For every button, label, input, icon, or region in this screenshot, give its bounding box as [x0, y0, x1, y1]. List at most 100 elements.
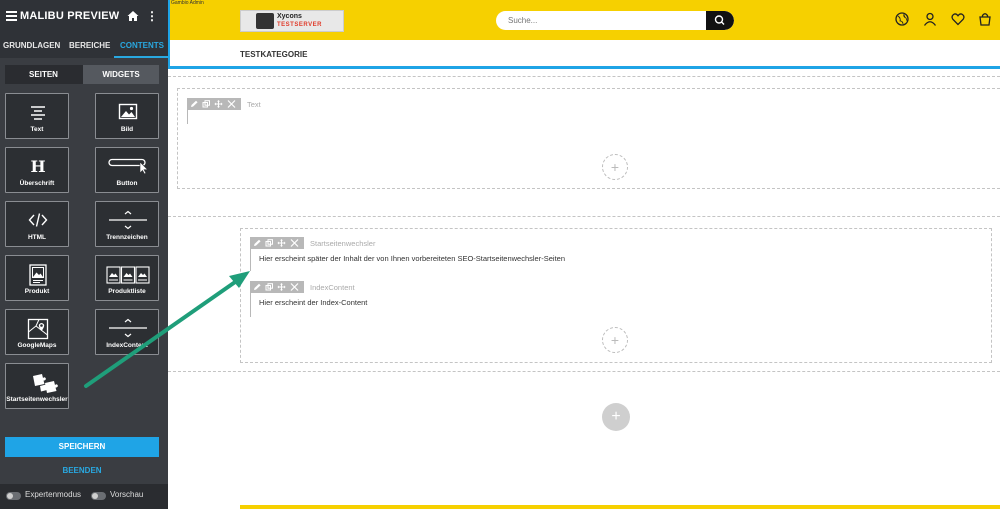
shop-logo[interactable]: Xycons TESTSERVER	[240, 10, 344, 32]
add-widget-button-section1[interactable]: +	[602, 154, 628, 180]
widget-tile-label: Bild	[120, 126, 134, 133]
move-icon[interactable]	[277, 239, 286, 247]
tab-bereiche[interactable]: BEREICHE	[69, 41, 110, 50]
widget-toolbar-startseitenwechsler	[250, 237, 304, 249]
nav-item-testkategorie[interactable]: TESTKATEGORIE	[240, 50, 307, 59]
image-icon	[118, 103, 138, 120]
shopping-bag-icon[interactable]	[978, 12, 992, 26]
search-bar	[496, 11, 734, 30]
svg-text:H: H	[30, 157, 45, 176]
admin-strip[interactable]: Gambio Admin	[168, 0, 238, 7]
widget-tile-label: Trennzeichen	[106, 234, 148, 241]
sidebar-tabs: GRUNDLAGEN BEREICHE CONTENTS	[0, 36, 168, 58]
more-options-icon[interactable]: ⋮	[146, 9, 158, 23]
widget-type-label-startseitenwechsler: Startseitenwechsler	[310, 239, 376, 248]
widget-tile-googlemaps[interactable]: GoogleMaps	[5, 309, 69, 355]
widget-tile-indexcontent[interactable]: IndexContent	[95, 309, 159, 355]
category-nav: TESTKATEGORIE	[168, 40, 1000, 69]
edit-icon[interactable]	[253, 283, 262, 291]
preview-label: Vorschau	[110, 490, 144, 499]
expert-mode-label: Expertenmodus	[25, 490, 82, 499]
sidebar-sub-tabs: SEITEN WIDGETS	[5, 65, 159, 84]
logo-text-line1: Xycons	[277, 13, 302, 20]
globe-icon[interactable]	[895, 12, 909, 26]
logo-text-line2: TESTSERVER	[277, 22, 322, 28]
subtab-widgets[interactable]: WIDGETS	[83, 65, 159, 84]
heading-icon: H	[30, 157, 45, 176]
widget-tile-produktliste[interactable]: Produktliste	[95, 255, 159, 301]
app-root: Gambio Admin Xycons TESTSERVER TESTKATEG…	[0, 0, 1000, 509]
widget-tile-label: HTML	[27, 234, 47, 241]
expert-mode-toggle[interactable]	[6, 492, 21, 500]
widget-tile-label: GoogleMaps	[17, 342, 57, 349]
widget-tile-label: Überschrift	[19, 180, 55, 187]
editor-sidebar: MALIBU PREVIEW ⋮ GRUNDLAGEN BEREICHE CON…	[0, 0, 168, 509]
widget-toolbar-text	[187, 98, 241, 110]
widget-frame-text	[187, 110, 188, 124]
home-icon[interactable]	[127, 10, 139, 22]
divider-icon	[109, 210, 147, 230]
section-divider-top	[168, 76, 1000, 77]
product-icon	[29, 264, 47, 286]
map-icon	[27, 318, 49, 340]
edit-icon[interactable]	[253, 239, 262, 247]
widget-tile-bild[interactable]: Bild	[95, 93, 159, 139]
add-widget-button-column[interactable]: +	[602, 327, 628, 353]
button-cursor-icon	[108, 158, 149, 175]
section-1	[177, 88, 1000, 189]
heart-icon[interactable]	[951, 12, 965, 26]
hamburger-menu-icon[interactable]	[6, 11, 17, 21]
widget-frame-indexcontent	[250, 293, 251, 317]
editor-canvas: Text + Startseitenwechsler Hier erschein…	[168, 69, 1000, 509]
widget-tile-label: Startseitenwechsler	[6, 396, 68, 403]
sidebar-footer: Expertenmodus Vorschau	[0, 484, 168, 509]
widget-frame-startseitenwechsler	[250, 249, 251, 271]
search-button[interactable]	[706, 11, 734, 30]
widget-tile-label: Button	[116, 180, 138, 187]
sidebar-title: MALIBU PREVIEW	[20, 10, 120, 22]
widget-type-label-indexcontent: IndexContent	[310, 283, 355, 292]
divider-icon	[109, 318, 147, 338]
move-icon[interactable]	[277, 283, 286, 291]
product-list-icon	[106, 266, 150, 284]
duplicate-icon[interactable]	[265, 239, 274, 247]
logo-mark-icon	[256, 13, 274, 29]
end-link[interactable]: BEENDEN	[0, 466, 164, 475]
search-input[interactable]	[496, 11, 706, 30]
widget-tile-label: IndexContent	[106, 342, 148, 349]
close-icon[interactable]	[227, 100, 236, 108]
save-button[interactable]: SPEICHERN	[5, 437, 159, 457]
footer-yellow-edge	[240, 505, 1000, 509]
preview-toggle[interactable]	[91, 492, 106, 500]
move-icon[interactable]	[214, 100, 223, 108]
widget-tile-button[interactable]: Button	[95, 147, 159, 193]
tab-grundlagen[interactable]: GRUNDLAGEN	[3, 41, 60, 50]
widget-tile-produkt[interactable]: Produkt	[5, 255, 69, 301]
widget-tile-label: Produktliste	[108, 288, 146, 295]
widget-tile-ueberschrift[interactable]: H Überschrift	[5, 147, 69, 193]
text-lines-icon	[31, 106, 45, 120]
duplicate-icon[interactable]	[265, 283, 274, 291]
add-section-button[interactable]: +	[602, 403, 630, 431]
edit-icon[interactable]	[190, 100, 199, 108]
widget-tile-label: Text	[30, 126, 44, 133]
widget-tile-trennzeichen[interactable]: Trennzeichen	[95, 201, 159, 247]
widget-tile-html[interactable]: HTML	[5, 201, 69, 247]
widget-tile-startseitenwechsler[interactable]: Startseitenwechsler	[5, 363, 69, 409]
duplicate-icon[interactable]	[202, 100, 211, 108]
active-tab-indicator	[114, 56, 168, 58]
widget-tile-text[interactable]: Text	[5, 93, 69, 139]
puzzle-icon	[33, 374, 58, 393]
widget-content-startseitenwechsler: Hier erscheint später der Inhalt der von…	[259, 254, 565, 263]
widget-content-indexcontent: Hier erscheint der Index-Content	[259, 298, 368, 307]
code-icon	[28, 213, 48, 227]
close-icon[interactable]	[290, 239, 299, 247]
header-blue-border-left	[168, 0, 170, 70]
search-icon	[714, 15, 725, 25]
subtab-seiten[interactable]: SEITEN	[5, 65, 82, 84]
close-icon[interactable]	[290, 283, 299, 291]
tab-contents[interactable]: CONTENTS	[120, 41, 164, 50]
widget-type-label-text: Text	[247, 100, 261, 109]
admin-strip-label: Gambio Admin	[171, 0, 204, 6]
user-icon[interactable]	[923, 12, 937, 26]
